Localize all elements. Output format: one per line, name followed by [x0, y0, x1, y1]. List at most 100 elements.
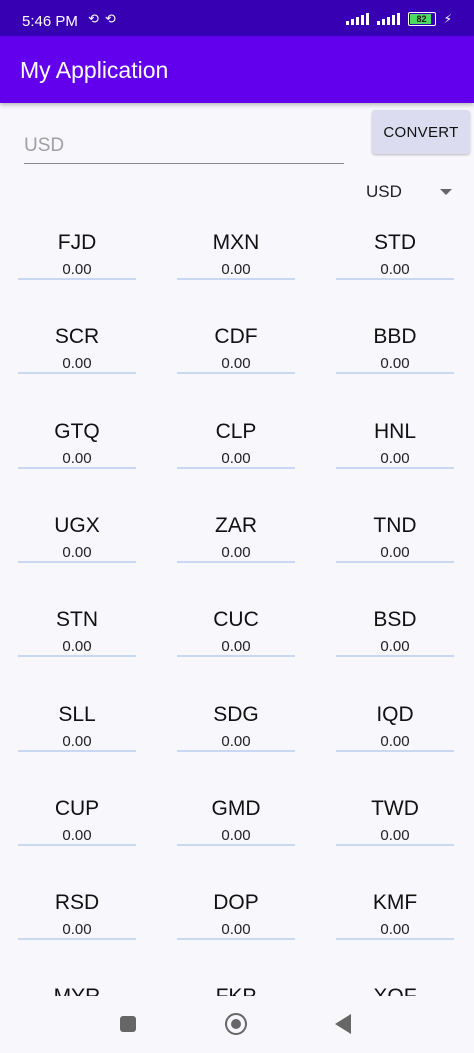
converted-value: 0.00: [62, 355, 92, 373]
rate-card: SLL 0.00: [18, 686, 136, 752]
currency-code: MYR: [18, 985, 136, 996]
converted-value: 0.00: [380, 449, 410, 467]
currency-code: UGX: [54, 513, 100, 537]
rate-card: BSD 0.00: [336, 591, 454, 658]
currency-code: KMF: [372, 891, 418, 915]
converted-value: 0.00: [62, 826, 92, 844]
battery-level: 82: [416, 14, 427, 24]
converted-value: 0.00: [380, 732, 410, 750]
rate-card: STD 0.00: [336, 214, 454, 280]
convert-button[interactable]: CONVERT: [372, 110, 470, 154]
converted-value: 0.00: [221, 638, 251, 656]
chevron-down-icon: [440, 189, 452, 195]
rate-card: MXN 0.00: [177, 214, 295, 280]
converted-value: 0.00: [62, 449, 92, 467]
converted-value: 0.00: [221, 449, 251, 467]
currency-code: SDG: [213, 702, 259, 726]
rate-card: BBD 0.00: [336, 308, 454, 375]
sync-icon: ⟲⟲: [88, 11, 122, 26]
rate-card: TWD 0.00: [336, 780, 454, 846]
rate-card: TND 0.00: [336, 497, 454, 563]
rate-card: KMF 0.00: [336, 874, 454, 941]
currency-code: SLL: [58, 702, 96, 726]
rate-card: GTQ 0.00: [18, 403, 136, 469]
currency-code: MXN: [212, 231, 260, 254]
rate-card: DOP 0.00: [177, 874, 295, 941]
currency-code: BBD: [373, 325, 417, 349]
amount-input[interactable]: [24, 132, 344, 164]
rate-card: RSD 0.00: [18, 874, 136, 941]
rate-card: MYR0.00: [18, 968, 136, 996]
converted-value: 0.00: [62, 638, 92, 656]
currency-code: SCR: [54, 325, 100, 349]
converted-value: 0.00: [380, 826, 410, 844]
navigation-bar: [0, 996, 474, 1053]
rate-card: ZAR 0.00: [177, 497, 295, 563]
currency-code: FJD: [57, 231, 97, 254]
converted-value: 0.00: [62, 732, 92, 750]
converted-value: 0.00: [380, 543, 410, 561]
rates-grid[interactable]: FJD 0.00 MXN 0.00 STD 0.00 SCR 0.00 CDF 0.00 BBD 0.…: [0, 214, 474, 996]
currency-code: RSD: [54, 891, 100, 915]
currency-code: CUC: [213, 608, 259, 632]
currency-code: STN: [56, 608, 98, 632]
home-icon-dot: [231, 1019, 241, 1029]
rate-card: CDF 0.00: [177, 308, 295, 375]
charging-icon: ⚡: [443, 12, 452, 26]
converted-value: 0.00: [221, 826, 251, 844]
currency-code: CUP: [54, 796, 100, 820]
currency-code: TWD: [371, 796, 419, 820]
currency-code: STD: [374, 231, 416, 254]
rate-card: FJD 0.00: [18, 214, 136, 280]
converted-value: 0.00: [380, 355, 410, 373]
currency-code: XOF: [336, 985, 454, 996]
status-time: 5:46 PM: [22, 13, 78, 30]
rate-card: UGX 0.00: [18, 497, 136, 563]
currency-code: TND: [373, 513, 417, 537]
currency-code: BSD: [373, 608, 417, 632]
converted-value: 0.00: [380, 638, 410, 656]
rate-card: HNL 0.00: [336, 403, 454, 469]
rate-card: STN 0.00: [18, 591, 136, 658]
back-icon[interactable]: [335, 1014, 351, 1034]
currency-code: FKP: [177, 985, 295, 996]
converted-value: 0.00: [221, 732, 251, 750]
rate-card: XOF0.00: [336, 968, 454, 996]
converted-value: 0.00: [221, 921, 251, 939]
converted-value: 0.00: [380, 921, 410, 939]
rate-card: GMD 0.00: [177, 780, 295, 846]
converted-value: 0.00: [221, 261, 251, 278]
status-indicators: 82 ⚡: [345, 10, 452, 28]
converted-value: 0.00: [380, 261, 410, 278]
currency-code: DOP: [213, 891, 259, 915]
currency-code: CLP: [215, 419, 257, 443]
converted-value: 0.00: [62, 261, 92, 278]
converted-value: 0.00: [62, 543, 92, 561]
currency-code: HNL: [373, 419, 416, 443]
signal-icon: [376, 13, 400, 25]
currency-code: CDF: [214, 325, 258, 349]
converted-value: 0.00: [221, 355, 251, 373]
currency-code: GTQ: [54, 419, 100, 443]
app-bar: My Application: [0, 36, 474, 103]
rate-card: CUP 0.00: [18, 780, 136, 846]
currency-code: GMD: [211, 796, 261, 820]
rate-card: CLP 0.00: [177, 403, 295, 469]
signal-icon: [345, 13, 369, 25]
rate-card: FKP0.00: [177, 968, 295, 996]
home-icon[interactable]: [225, 1013, 247, 1035]
currency-code: ZAR: [215, 513, 257, 537]
converted-value: 0.00: [221, 543, 251, 561]
converted-value: 0.00: [62, 921, 92, 939]
rate-card: CUC 0.00: [177, 591, 295, 658]
status-bar: 5:46 PM ⟲⟲ 82 ⚡: [0, 0, 474, 36]
rate-card: SCR 0.00: [18, 308, 136, 375]
rate-card: IQD 0.00: [336, 686, 454, 752]
battery-icon: 82: [407, 12, 436, 26]
app-title: My Application: [20, 57, 169, 83]
rate-card: SDG 0.00: [177, 686, 295, 752]
recents-icon[interactable]: [120, 1016, 136, 1032]
currency-select-value: USD: [366, 182, 402, 201]
currency-select[interactable]: USD: [366, 180, 462, 204]
currency-code: IQD: [376, 702, 414, 726]
